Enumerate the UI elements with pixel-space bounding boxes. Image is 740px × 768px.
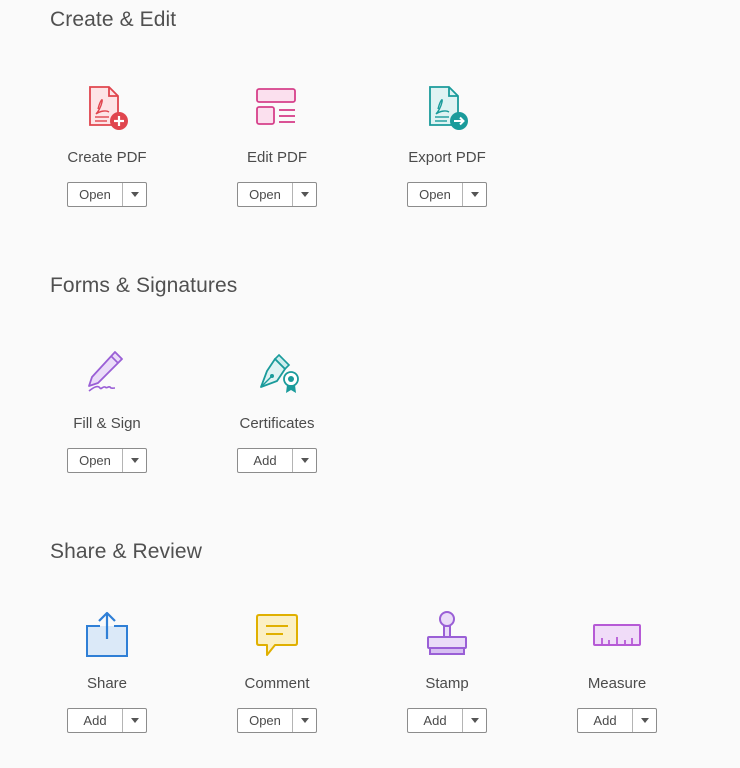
section-title: Forms & Signatures xyxy=(50,274,238,297)
certificates-add-button[interactable]: Add xyxy=(237,448,317,473)
chevron-down-icon[interactable] xyxy=(292,183,316,206)
chevron-down-icon[interactable] xyxy=(122,183,146,206)
tool-label: Fill & Sign xyxy=(73,415,141,432)
share-icon[interactable] xyxy=(79,607,135,663)
button-label[interactable]: Open xyxy=(68,449,122,472)
create-pdf-icon[interactable] xyxy=(79,81,135,137)
measure-add-button[interactable]: Add xyxy=(577,708,657,733)
edit-pdf-open-button[interactable]: Open xyxy=(237,182,317,207)
stamp-icon[interactable] xyxy=(419,607,475,663)
fill-sign-icon[interactable] xyxy=(79,347,135,403)
tool-label: Create PDF xyxy=(67,149,147,166)
tools-page: Create & Edit Create PDF Open Edit PDF O… xyxy=(0,0,740,768)
chevron-down-icon[interactable] xyxy=(462,183,486,206)
measure-icon[interactable] xyxy=(589,607,645,663)
chevron-down-icon[interactable] xyxy=(292,709,316,732)
edit-pdf-icon[interactable] xyxy=(249,81,305,137)
tool-label: Stamp xyxy=(425,675,469,692)
button-label[interactable]: Add xyxy=(68,709,122,732)
stamp-add-button[interactable]: Add xyxy=(407,708,487,733)
chevron-down-icon[interactable] xyxy=(462,709,486,732)
button-label[interactable]: Add xyxy=(578,709,632,732)
button-label[interactable]: Open xyxy=(68,183,122,206)
create-pdf-open-button[interactable]: Open xyxy=(67,182,147,207)
fill-sign-open-button[interactable]: Open xyxy=(67,448,147,473)
chevron-down-icon[interactable] xyxy=(122,449,146,472)
chevron-down-icon[interactable] xyxy=(122,709,146,732)
button-label[interactable]: Open xyxy=(238,709,292,732)
section-title: Share & Review xyxy=(50,540,202,563)
tool-label: Edit PDF xyxy=(246,149,307,166)
chevron-down-icon[interactable] xyxy=(632,709,656,732)
button-label[interactable]: Add xyxy=(408,709,462,732)
button-label[interactable]: Open xyxy=(238,183,292,206)
tool-label: Export PDF xyxy=(408,149,486,166)
chevron-down-icon[interactable] xyxy=(292,449,316,472)
tool-label: Measure xyxy=(587,675,647,692)
certificates-icon[interactable] xyxy=(249,347,305,403)
export-pdf-icon[interactable] xyxy=(419,81,475,137)
button-label[interactable]: Add xyxy=(238,449,292,472)
comment-open-button[interactable]: Open xyxy=(237,708,317,733)
tool-label: Certificates xyxy=(239,415,315,432)
tool-label: Share xyxy=(86,675,128,692)
comment-icon[interactable] xyxy=(249,607,305,663)
share-add-button[interactable]: Add xyxy=(67,708,147,733)
button-label[interactable]: Open xyxy=(408,183,462,206)
export-pdf-open-button[interactable]: Open xyxy=(407,182,487,207)
tool-label: Comment xyxy=(244,675,310,692)
section-title: Create & Edit xyxy=(50,8,177,31)
